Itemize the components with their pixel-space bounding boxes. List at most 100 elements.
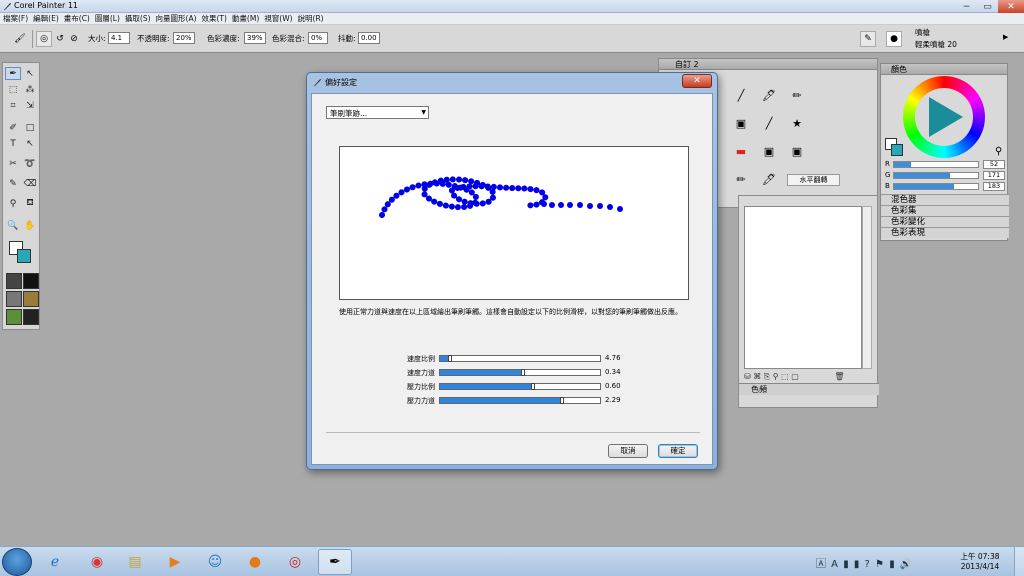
dialog-close-button[interactable]: ✕	[682, 74, 712, 88]
game-app-icon[interactable]: ●	[238, 549, 272, 575]
cancel-button[interactable]: 取消	[608, 444, 648, 458]
bleed-field[interactable]: 0%	[308, 32, 328, 44]
flip-horizontal-button[interactable]: 水平翻轉	[787, 174, 840, 186]
pattern-selector-icon[interactable]	[6, 291, 22, 307]
mixer-panel-header[interactable]: 混色器	[881, 194, 1009, 205]
show-desktop-button[interactable]	[1014, 547, 1024, 576]
scissors-icon[interactable]: ✂	[5, 157, 21, 170]
chat-app-icon[interactable]: ☺	[198, 549, 232, 575]
gradient-selector-icon[interactable]	[23, 273, 39, 289]
channels-panel-header[interactable]: 色頻	[739, 383, 879, 395]
panel-additional-color[interactable]	[891, 144, 903, 156]
color-expression-panel-header[interactable]: 色彩表現	[881, 227, 1009, 238]
menu-file[interactable]: 檔案(F)	[3, 13, 28, 24]
grabber-hand-icon[interactable]: ✋	[22, 219, 38, 232]
velocity-scale-thumb[interactable]	[447, 355, 452, 362]
ok-button[interactable]: 確定	[658, 444, 698, 458]
brush-category[interactable]: 噴槍	[915, 27, 930, 38]
jitter-field[interactable]: 0.00	[358, 32, 380, 44]
pressure-power-thumb[interactable]	[559, 397, 564, 404]
painter-taskbar-icon[interactable]: ✒	[318, 549, 352, 575]
chrome-icon[interactable]: ◉	[80, 549, 114, 575]
saturation-triangle[interactable]	[929, 97, 963, 137]
brush-preset-9-icon[interactable]: ▣	[787, 141, 807, 161]
library-toolbar-icons[interactable]: ⛁ ⌘ ⎘ ⚲ ⬚ ▢ 🗑	[744, 372, 845, 382]
brush-variant[interactable]: 輕柔噴槍 20	[915, 39, 957, 50]
brush-preset-6-icon[interactable]: ★	[787, 113, 807, 133]
velocity-power-thumb[interactable]	[521, 369, 526, 376]
green-value[interactable]: 171	[983, 171, 1005, 180]
explorer-icon[interactable]: ▤	[118, 549, 152, 575]
brush-preset-1-icon[interactable]: ╱	[731, 85, 751, 105]
ie-icon[interactable]: ℯ	[38, 549, 72, 575]
eraser-icon[interactable]: ⌫	[22, 177, 38, 190]
magnifier-icon[interactable]: 🔍	[5, 219, 21, 232]
velocity-scale-slider[interactable]	[439, 355, 601, 362]
layer-adjuster-icon[interactable]: ⇲	[22, 99, 38, 112]
brush-dab-icon[interactable]: ●	[886, 31, 902, 47]
rect-selection-icon[interactable]: ⬚	[5, 83, 21, 96]
dialog-title-bar[interactable]: 偏好設定 ✕	[307, 73, 717, 91]
rectangle-shape-icon[interactable]: □	[22, 121, 38, 134]
color-panel-header[interactable]: 顏色	[881, 64, 1007, 75]
crop-icon[interactable]: ⌗	[5, 99, 21, 112]
brush-preset-10-icon[interactable]: ✏	[731, 169, 751, 189]
media-player-icon[interactable]: ▶	[158, 549, 192, 575]
brush-preset-4-icon[interactable]: ▣	[731, 113, 751, 133]
weave-selector-icon[interactable]	[23, 291, 39, 307]
brush-icon[interactable]: ✒	[5, 67, 21, 80]
maximize-button[interactable]: ▭	[977, 0, 998, 13]
color-sets-panel-header[interactable]: 色彩集	[881, 205, 1009, 216]
menu-window[interactable]: 視窗(W)	[264, 13, 292, 24]
nozzle-selector-icon[interactable]	[6, 309, 22, 325]
menu-canvas[interactable]: 畫布(C)	[64, 13, 90, 24]
opacity-field[interactable]: 20%	[173, 32, 195, 44]
custom-palette-header[interactable]: 自訂 2	[659, 59, 877, 70]
brush-preset-8-icon[interactable]: ▣	[759, 141, 779, 161]
brush-selector-icon[interactable]: ✎	[860, 31, 876, 47]
menu-movie[interactable]: 動畫(M)	[232, 13, 259, 24]
brush-selector-arrow-icon[interactable]: ▶	[1003, 33, 1008, 41]
menu-shapes[interactable]: 向量圖形(A)	[156, 13, 197, 24]
brush-tool-icon[interactable]: 🖌	[12, 31, 28, 47]
start-button[interactable]	[2, 548, 32, 576]
green-slider[interactable]	[893, 172, 979, 179]
menu-effects[interactable]: 效果(T)	[202, 13, 227, 24]
resaturation-field[interactable]: 39%	[244, 32, 266, 44]
color-wheel[interactable]	[903, 76, 985, 158]
brush-preset-5-icon[interactable]: ╱	[759, 113, 779, 133]
magic-wand-icon[interactable]: ⁂	[22, 83, 38, 96]
system-tray-icons[interactable]: 🄰 A ▮ ▮ ? ⚑ ▮ 🔊	[816, 555, 913, 570]
close-button[interactable]: ✕	[998, 0, 1024, 13]
eyedropper-icon[interactable]: ⚲	[5, 197, 21, 210]
lasso-icon[interactable]: ➰	[22, 157, 38, 170]
pressure-scale-thumb[interactable]	[530, 383, 535, 390]
minimize-button[interactable]: −	[956, 0, 977, 13]
brush-tracking-scratchpad[interactable]	[339, 146, 689, 300]
stroke-type-3-icon[interactable]: ⊘	[66, 31, 82, 47]
preferences-category-dropdown[interactable]: 筆刷筆跡... ▼	[326, 106, 429, 119]
size-field[interactable]: 4.1	[108, 32, 130, 44]
red-slider[interactable]	[893, 161, 979, 168]
look-selector-icon[interactable]	[23, 309, 39, 325]
color-variability-panel-header[interactable]: 色彩變化	[881, 216, 1009, 227]
additional-color-swatch[interactable]	[17, 249, 31, 263]
brush-preset-3-icon[interactable]: ✏	[787, 85, 807, 105]
pressure-power-slider[interactable]	[439, 397, 601, 404]
brush-preset-2-icon[interactable]: 🖊	[759, 85, 779, 105]
menu-help[interactable]: 說明(R)	[298, 13, 324, 24]
blue-value[interactable]: 183	[983, 182, 1005, 191]
shape-selection-icon[interactable]: ↖	[22, 137, 38, 150]
library-scrollbar[interactable]	[862, 206, 872, 369]
text-icon[interactable]: T	[5, 137, 21, 150]
color-dropper-icon[interactable]: ⚲	[995, 146, 1002, 157]
menu-layers[interactable]: 圖層(L)	[95, 13, 120, 24]
paint-bucket-icon[interactable]: ⛾	[22, 197, 38, 210]
clock[interactable]: 上午 07:38 2013/4/14	[958, 552, 1002, 572]
brush-preset-11-icon[interactable]: 🖊	[759, 169, 779, 189]
brush-preset-7-icon[interactable]: ▬	[731, 141, 751, 161]
paper-selector-icon[interactable]	[6, 273, 22, 289]
media-app-icon[interactable]: ◎	[278, 549, 312, 575]
stroke-type-icon[interactable]: ◎	[36, 31, 52, 47]
selection-adjuster-icon[interactable]: ↖	[22, 67, 38, 80]
